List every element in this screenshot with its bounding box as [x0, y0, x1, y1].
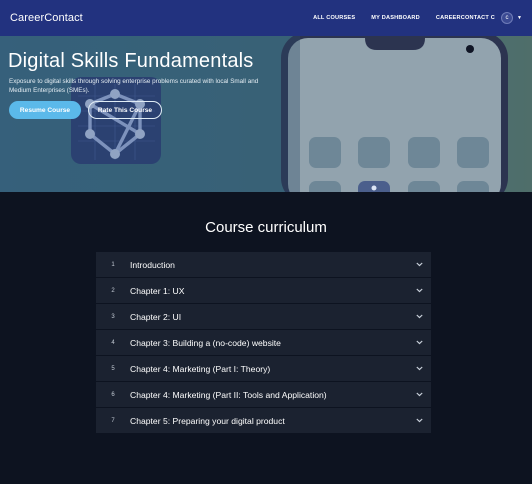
curriculum-item[interactable]: 5 Chapter 4: Marketing (Part I: Theory) — [96, 356, 431, 381]
chapter-number: 1 — [111, 261, 115, 268]
chapter-number: 2 — [111, 287, 115, 294]
course-title: Digital Skills Fundamentals — [8, 50, 254, 72]
curriculum-item[interactable]: 3 Chapter 2: UI — [96, 304, 431, 329]
curriculum-item[interactable]: 4 Chapter 3: Building a (no-code) websit… — [96, 330, 431, 355]
curriculum-item[interactable]: 1 Introduction — [96, 252, 431, 277]
nav-all-courses[interactable]: ALL COURSES — [313, 15, 355, 21]
resume-course-button[interactable]: Resume Course — [9, 101, 81, 119]
top-navbar: CareerContact ALL COURSES MY DASHBOARD C… — [0, 0, 532, 36]
chapter-title: Chapter 1: UX — [130, 285, 185, 296]
chevron-down-icon[interactable] — [407, 366, 431, 371]
chapter-title: Chapter 3: Building a (no-code) website — [130, 337, 281, 348]
chapter-title: Chapter 4: Marketing (Part I: Theory) — [130, 363, 271, 374]
curriculum-item[interactable]: 6 Chapter 4: Marketing (Part II: Tools a… — [96, 382, 431, 407]
chevron-down-icon[interactable] — [407, 262, 431, 267]
chapter-title: Chapter 4: Marketing (Part II: Tools and… — [130, 389, 327, 400]
avatar[interactable]: c — [501, 12, 514, 24]
chapter-number: 3 — [111, 313, 115, 320]
brand-logo[interactable]: CareerContact — [10, 12, 83, 24]
caret-down-icon[interactable]: ▼ — [517, 15, 522, 21]
chapter-title: Introduction — [130, 259, 175, 270]
chapter-number: 5 — [111, 365, 115, 372]
chevron-down-icon[interactable] — [407, 392, 431, 397]
chapter-number: 6 — [111, 391, 115, 398]
curriculum-list: 1 Introduction 2 Chapter 1: UX 3 Chapter… — [96, 252, 431, 434]
rate-course-button[interactable]: Rate This Course — [88, 101, 162, 119]
chapter-title: Chapter 2: UI — [130, 311, 182, 322]
course-description: Exposure to digital skills through solvi… — [9, 78, 259, 94]
chevron-down-icon[interactable] — [407, 340, 431, 345]
chevron-down-icon[interactable] — [407, 314, 431, 319]
curriculum-item[interactable]: 7 Chapter 5: Preparing your digital prod… — [96, 408, 431, 433]
nav-user-menu[interactable]: CAREERCONTACT C — [436, 15, 495, 21]
chapter-number: 7 — [111, 417, 115, 424]
chevron-down-icon[interactable] — [407, 418, 431, 423]
chevron-down-icon[interactable] — [407, 288, 431, 293]
curriculum-item[interactable]: 2 Chapter 1: UX — [96, 278, 431, 303]
course-hero: Digital Skills Fundamentals Exposure to … — [0, 36, 532, 192]
chapter-title: Chapter 5: Preparing your digital produc… — [130, 415, 285, 426]
curriculum-title: Course curriculum — [205, 219, 327, 236]
chapter-number: 4 — [111, 339, 115, 346]
nav-links: ALL COURSES MY DASHBOARD CAREERCONTACT C… — [297, 12, 522, 24]
nav-my-dashboard[interactable]: MY DASHBOARD — [371, 15, 420, 21]
